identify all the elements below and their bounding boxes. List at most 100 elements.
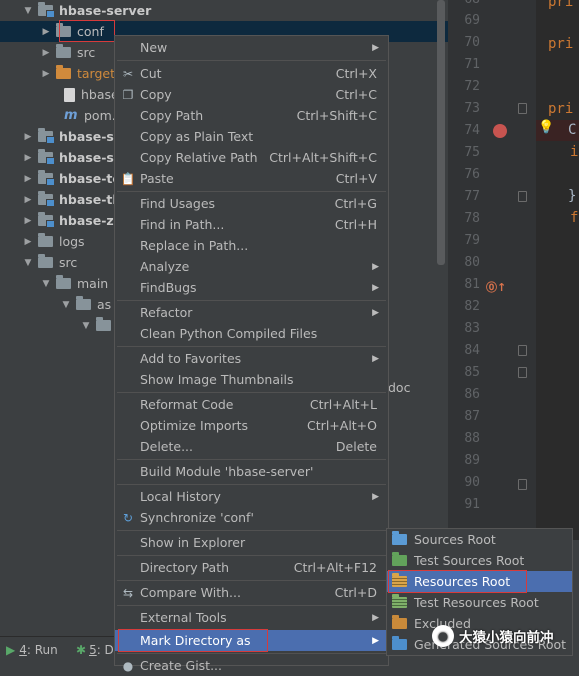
menu-item-add-to-favorites[interactable]: Add to Favorites ▶ bbox=[115, 348, 388, 369]
submenu-item-resources-root[interactable]: Resources Root bbox=[387, 571, 572, 592]
folder-icon bbox=[76, 296, 91, 310]
copy-icon: ❐ bbox=[122, 87, 134, 102]
menu-separator bbox=[117, 580, 386, 581]
menu-separator bbox=[117, 555, 386, 556]
collapse-arrow-icon[interactable]: ▶ bbox=[22, 132, 34, 142]
fold-marker-icon[interactable] bbox=[518, 345, 527, 356]
menu-item-shortcut: Ctrl+Alt+F12 bbox=[293, 560, 377, 575]
menu-item-paste[interactable]: 📋 Paste Ctrl+V bbox=[115, 168, 388, 189]
line-number: 80 bbox=[464, 255, 480, 270]
expand-arrow-icon[interactable]: ▼ bbox=[22, 6, 34, 16]
debug-tool-button[interactable]: ✱ 5 : D bbox=[76, 643, 114, 657]
menu-item-copy-path[interactable]: Copy Path Ctrl+Shift+C bbox=[115, 105, 388, 126]
menu-item-copy-relative-path[interactable]: Copy Relative Path Ctrl+Alt+Shift+C bbox=[115, 147, 388, 168]
line-number: 74 bbox=[464, 123, 480, 138]
expand-arrow-icon[interactable]: ▼ bbox=[40, 279, 52, 289]
menu-item-find-usages[interactable]: Find Usages Ctrl+G bbox=[115, 193, 388, 214]
resources-root-folder-icon bbox=[392, 573, 407, 587]
collapse-arrow-icon[interactable]: ▶ bbox=[22, 153, 34, 163]
submenu-item-sources-root[interactable]: Sources Root bbox=[387, 529, 572, 550]
menu-item-reformat-code[interactable]: Reformat Code Ctrl+Alt+L bbox=[115, 394, 388, 415]
menu-item-replace-in-path[interactable]: Replace in Path... bbox=[115, 235, 388, 256]
folder-excluded-icon bbox=[56, 65, 71, 79]
collapse-arrow-icon[interactable]: ▶ bbox=[40, 69, 52, 79]
menu-item-mark-directory-as[interactable]: Mark Directory as ▶ bbox=[115, 630, 388, 651]
expand-arrow-icon[interactable]: ▼ bbox=[22, 258, 34, 268]
module-folder-icon bbox=[38, 170, 55, 186]
menu-item-shortcut: Ctrl+G bbox=[334, 196, 377, 211]
collapse-arrow-icon[interactable]: ▶ bbox=[22, 174, 34, 184]
expand-arrow-icon[interactable]: ▼ bbox=[60, 300, 72, 310]
tree-row-label: as bbox=[97, 297, 112, 312]
compare-icon: ⇆ bbox=[122, 585, 134, 600]
menu-item-copy[interactable]: ❐ Copy Ctrl+C bbox=[115, 84, 388, 105]
menu-item-build-module[interactable]: Build Module 'hbase-server' bbox=[115, 461, 388, 482]
menu-item-external-tools[interactable]: External Tools ▶ bbox=[115, 607, 388, 628]
menu-item-compare-with[interactable]: ⇆ Compare With... Ctrl+D bbox=[115, 582, 388, 603]
menu-item-delete[interactable]: Delete... Delete bbox=[115, 436, 388, 457]
submenu-item-test-resources-root[interactable]: Test Resources Root bbox=[387, 592, 572, 613]
collapse-arrow-icon[interactable]: ▶ bbox=[22, 195, 34, 205]
folder-icon bbox=[56, 44, 71, 58]
menu-separator bbox=[117, 300, 386, 301]
module-folder-icon bbox=[38, 191, 55, 207]
menu-item-analyze[interactable]: Analyze ▶ bbox=[115, 256, 388, 277]
menu-item-findbugs[interactable]: FindBugs ▶ bbox=[115, 277, 388, 298]
fold-marker-icon[interactable] bbox=[518, 103, 527, 114]
fold-marker-icon[interactable] bbox=[518, 367, 527, 378]
menu-separator bbox=[117, 459, 386, 460]
menu-item-shortcut: Ctrl+Alt+Shift+C bbox=[269, 150, 377, 165]
tree-row-label: main bbox=[77, 276, 109, 291]
submenu-item-test-sources-root[interactable]: Test Sources Root bbox=[387, 550, 572, 571]
menu-item-show-image-thumbnails[interactable]: Show Image Thumbnails bbox=[115, 369, 388, 390]
line-number: 81 bbox=[464, 277, 480, 292]
menu-item-cut[interactable]: ✂ Cut Ctrl+X bbox=[115, 63, 388, 84]
fold-marker-icon[interactable] bbox=[518, 479, 527, 490]
editor-code-area[interactable] bbox=[536, 0, 579, 540]
submenu-item-label: Sources Root bbox=[414, 532, 496, 547]
menu-item-show-in-explorer[interactable]: Show in Explorer bbox=[115, 532, 388, 553]
collapse-arrow-icon[interactable]: ▶ bbox=[40, 48, 52, 58]
context-menu: New ▶ ✂ Cut Ctrl+X ❐ Copy Ctrl+C Copy Pa… bbox=[114, 35, 389, 673]
submenu-arrow-icon: ▶ bbox=[372, 635, 379, 646]
menu-item-directory-path[interactable]: Directory Path Ctrl+Alt+F12 bbox=[115, 557, 388, 578]
menu-item-new[interactable]: New ▶ bbox=[115, 37, 388, 58]
module-folder-icon bbox=[38, 2, 55, 18]
menu-item-label: Reformat Code bbox=[140, 397, 234, 412]
menu-item-optimize-imports[interactable]: Optimize Imports Ctrl+Alt+O bbox=[115, 415, 388, 436]
line-number: 91 bbox=[464, 497, 480, 512]
scissors-icon: ✂ bbox=[122, 66, 134, 81]
lightbulb-icon[interactable]: 💡 bbox=[538, 120, 554, 135]
menu-item-shortcut: Ctrl+V bbox=[335, 171, 377, 186]
menu-item-label: Analyze bbox=[140, 259, 190, 274]
tree-row-label: hbase-server bbox=[59, 3, 152, 18]
tree-row-hbase-server[interactable]: ▼ hbase-server bbox=[0, 0, 448, 21]
menu-item-clean-python[interactable]: Clean Python Compiled Files bbox=[115, 323, 388, 344]
menu-item-label: Cut bbox=[140, 66, 162, 81]
menu-item-refactor[interactable]: Refactor ▶ bbox=[115, 302, 388, 323]
submenu-arrow-icon: ▶ bbox=[372, 261, 379, 272]
menu-item-label: Build Module 'hbase-server' bbox=[140, 464, 314, 479]
collapse-arrow-icon[interactable]: ▶ bbox=[40, 27, 52, 37]
tree-row-label: hbase-te bbox=[59, 171, 121, 186]
menu-item-label: Find Usages bbox=[140, 196, 216, 211]
run-tool-button[interactable]: ▶ 4 : Run bbox=[6, 643, 58, 657]
maven-file-icon: m bbox=[64, 108, 78, 123]
line-number: 75 bbox=[464, 145, 480, 160]
menu-item-find-in-path[interactable]: Find in Path... Ctrl+H bbox=[115, 214, 388, 235]
line-number: 73 bbox=[464, 101, 480, 116]
collapse-arrow-icon[interactable]: ▶ bbox=[22, 216, 34, 226]
submenu-arrow-icon: ▶ bbox=[372, 491, 379, 502]
override-method-icon[interactable]: ⓪↑ bbox=[486, 279, 506, 295]
expand-arrow-icon[interactable]: ▼ bbox=[80, 321, 92, 331]
debug-shortcut-number: 5 bbox=[89, 643, 97, 657]
folder-icon bbox=[56, 275, 71, 289]
collapse-arrow-icon[interactable]: ▶ bbox=[22, 237, 34, 247]
line-number: 90 bbox=[464, 475, 480, 490]
fold-marker-icon[interactable] bbox=[518, 191, 527, 202]
menu-item-synchronize[interactable]: ↻ Synchronize 'conf' bbox=[115, 507, 388, 528]
menu-item-copy-plain-text[interactable]: Copy as Plain Text bbox=[115, 126, 388, 147]
menu-item-local-history[interactable]: Local History ▶ bbox=[115, 486, 388, 507]
menu-item-label: Show in Explorer bbox=[140, 535, 246, 550]
breakpoint-icon[interactable] bbox=[493, 124, 507, 138]
